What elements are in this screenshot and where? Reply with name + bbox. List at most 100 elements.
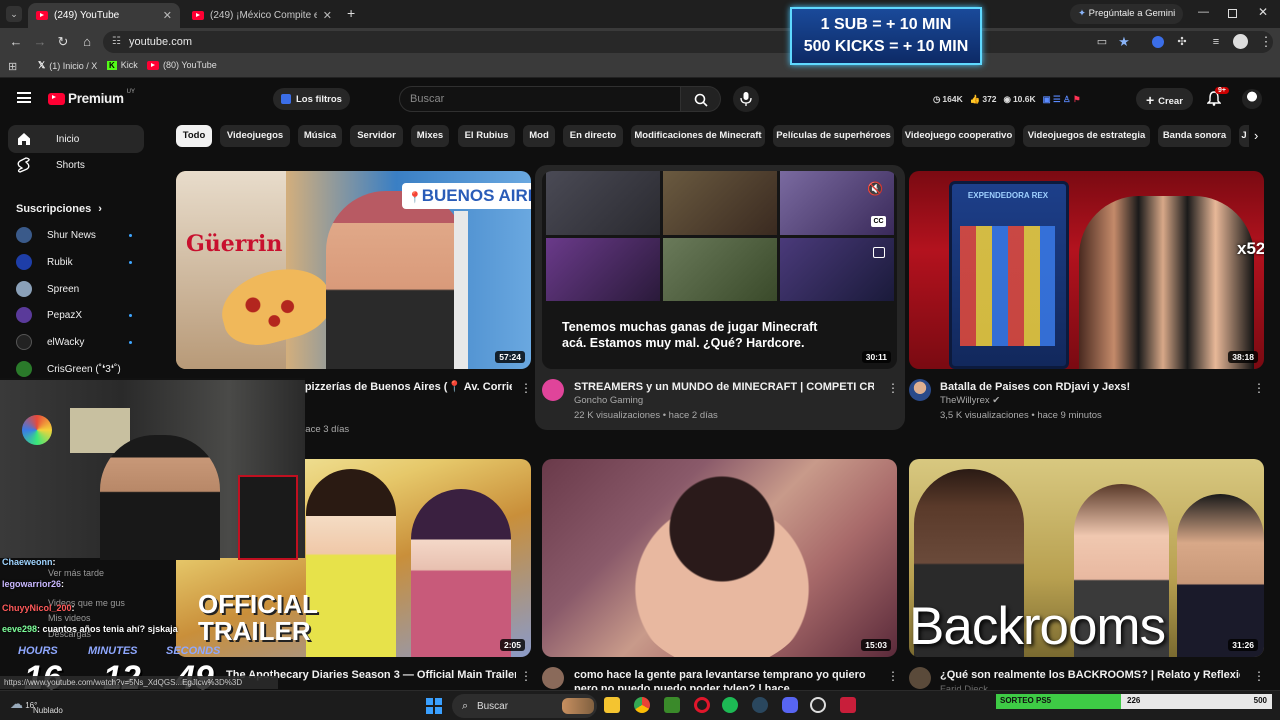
- chip-videojuego-cooperativo[interactable]: Videojuego cooperativo: [902, 125, 1015, 147]
- bookmarks-bar: ⊞ 𝕏 (1) Inicio / X K Kick (80) YouTube: [0, 56, 1280, 78]
- hamburger-menu-icon[interactable]: [17, 92, 31, 103]
- video-thumbnail-6[interactable]: Backrooms 31:26: [909, 459, 1264, 657]
- chip-musica[interactable]: Música: [298, 125, 342, 147]
- video-menu-icon[interactable]: ⋮: [887, 382, 899, 394]
- extension-icon[interactable]: [1152, 36, 1164, 48]
- maximize-window-button[interactable]: [1228, 9, 1237, 18]
- tab-youtube[interactable]: (249) YouTube ✕: [28, 3, 180, 28]
- notifications-button[interactable]: 9+: [1206, 87, 1229, 109]
- extensions-puzzle-icon[interactable]: ✣: [1174, 34, 1190, 50]
- reading-list-icon[interactable]: ≡: [1208, 34, 1224, 50]
- reload-icon[interactable]: ↻: [55, 34, 71, 50]
- spotify-icon[interactable]: [722, 697, 738, 713]
- forward-arrow-icon[interactable]: →: [32, 34, 48, 50]
- video-thumbnail-5[interactable]: 15:03: [542, 459, 897, 657]
- apps-grid-icon[interactable]: ⊞: [8, 60, 17, 73]
- chip-servidor[interactable]: Servidor: [350, 125, 403, 147]
- chip-mixes[interactable]: Mixes: [411, 125, 449, 147]
- picture-in-picture-icon[interactable]: [873, 247, 885, 258]
- chip-todo[interactable]: Todo: [176, 125, 212, 147]
- browser-menu-icon[interactable]: ⋮: [1258, 34, 1274, 50]
- video-menu-icon[interactable]: ⋮: [520, 382, 532, 394]
- voice-search-button[interactable]: [733, 86, 759, 112]
- account-avatar[interactable]: [1242, 89, 1262, 109]
- site-info-icon[interactable]: ☷: [112, 31, 121, 53]
- video-thumbnail-2[interactable]: Tenemos muchas ganas de jugar Minecraft …: [542, 171, 897, 369]
- profile-avatar[interactable]: [1233, 34, 1248, 49]
- mute-icon[interactable]: 🔇: [867, 181, 883, 197]
- close-window-button[interactable]: ✕: [1258, 5, 1268, 19]
- minimize-window-button[interactable]: —: [1198, 6, 1209, 18]
- search-input[interactable]: Buscar: [399, 86, 681, 112]
- video-thumbnail-3[interactable]: EXPENDEDORA REX x527 38:18: [909, 171, 1264, 369]
- tab-search-button[interactable]: ⌄: [6, 6, 22, 22]
- streamer-figure: [100, 435, 220, 560]
- search-button[interactable]: [681, 86, 721, 112]
- chip-banda-sonora[interactable]: Banda sonora: [1158, 125, 1231, 147]
- chip-el-rubius[interactable]: El Rubius: [458, 125, 515, 147]
- video-title-3[interactable]: Batalla de Paises con RDjavi y Jexs!: [940, 380, 1240, 394]
- chip-modificaciones-minecraft[interactable]: Modificaciones de Minecraft: [631, 125, 765, 147]
- chip-peliculas-superheroes[interactable]: Películas de superhéroes: [773, 125, 894, 147]
- minecraft-icon[interactable]: [664, 697, 680, 713]
- video-menu-icon[interactable]: ⋮: [887, 670, 899, 682]
- extension-toolbar-icons[interactable]: ▣ ☰ ♙ ⚑: [1043, 94, 1081, 105]
- close-tab-icon[interactable]: ✕: [323, 9, 332, 22]
- chat-text: :: [61, 579, 65, 589]
- bookmark-kick[interactable]: K Kick: [107, 60, 138, 70]
- video-menu-icon[interactable]: ⋮: [1253, 670, 1265, 682]
- opera-icon[interactable]: [694, 697, 710, 713]
- youtube-header: Premium UY Los filtros Buscar ◷ 164K 👍 372…: [0, 80, 1280, 120]
- sidebar-item-shorts[interactable]: Shorts: [8, 151, 144, 179]
- channel-avatar-goncho[interactable]: [542, 379, 564, 401]
- channel-avatar-5[interactable]: [542, 667, 564, 689]
- video-title-5[interactable]: como hace la gente para levantarse tempr…: [574, 668, 879, 690]
- location-pin-icon: 📍: [408, 192, 422, 204]
- video-title-2[interactable]: STREAMERS y un MUNDO de MINECRAFT | COMP…: [574, 380, 874, 394]
- ask-gemini-button[interactable]: ✦ Pregúntale a Gemini: [1070, 4, 1184, 24]
- channel-name-2[interactable]: Goncho Gaming: [574, 395, 643, 406]
- subscriptions-header[interactable]: Suscripciones ›: [16, 203, 102, 215]
- weather-widget[interactable]: ☁ 16° Nublado: [10, 696, 63, 715]
- filters-button[interactable]: Los filtros: [273, 88, 350, 110]
- bookmark-star-icon[interactable]: ★: [1116, 34, 1132, 50]
- bookmark-youtube[interactable]: (80) YouTube: [147, 60, 217, 70]
- channel-name-3[interactable]: TheWillyrex ✔: [940, 395, 1000, 406]
- discord-icon[interactable]: [782, 697, 798, 713]
- chip-mod[interactable]: Mod: [523, 125, 555, 147]
- chip-videojuegos-estrategia[interactable]: Videojuegos de estrategia: [1023, 125, 1150, 147]
- obs-icon[interactable]: [810, 697, 826, 713]
- close-tab-icon[interactable]: ✕: [163, 9, 172, 22]
- app-icon[interactable]: [840, 697, 856, 713]
- chip-videojuegos[interactable]: Videojuegos: [220, 125, 290, 147]
- file-explorer-icon[interactable]: [604, 697, 620, 713]
- chrome-icon[interactable]: [634, 697, 650, 713]
- counter-overlay: x527: [1237, 239, 1264, 258]
- windows-start-icon[interactable]: [426, 698, 442, 714]
- create-button[interactable]: + Crear: [1136, 88, 1193, 110]
- home-icon[interactable]: ⌂: [79, 34, 95, 50]
- channel-avatar-farid[interactable]: [909, 667, 931, 689]
- video-menu-icon[interactable]: ⋮: [1253, 382, 1265, 394]
- youtube-premium-logo[interactable]: Premium UY: [48, 89, 135, 106]
- video-thumbnail-1[interactable]: Güerrin 📍BUENOS AIRES 57:24: [176, 171, 531, 369]
- new-tab-button[interactable]: +: [347, 5, 355, 21]
- steam-icon[interactable]: [752, 697, 768, 713]
- bookmark-x[interactable]: 𝕏 (1) Inicio / X: [38, 60, 97, 71]
- closed-captions-icon[interactable]: CC: [871, 216, 886, 227]
- stat-views: 164K: [942, 94, 963, 104]
- chip-en-directo[interactable]: En directo: [563, 125, 623, 147]
- taskbar-search[interactable]: ⌕ Buscar: [452, 694, 597, 718]
- chips-next-arrow-icon[interactable]: ›: [1254, 128, 1258, 143]
- chip-overflow[interactable]: J: [1239, 125, 1249, 147]
- video-menu-icon[interactable]: ⋮: [520, 670, 532, 682]
- video-title-6[interactable]: ¿Qué son realmente los BACKROOMS? | Rela…: [940, 668, 1240, 682]
- cast-icon[interactable]: ▭: [1094, 34, 1110, 50]
- back-arrow-icon[interactable]: ←: [8, 34, 24, 50]
- tab-mexico[interactable]: (249) ¡México Compite en las E ✕: [184, 3, 340, 28]
- url-text: youtube.com: [129, 36, 192, 48]
- sidebar-item-home[interactable]: Inicio: [8, 125, 144, 153]
- channel-avatar-willyrex[interactable]: [909, 379, 931, 401]
- home-icon: [18, 133, 30, 145]
- streamer-cam-grid: [546, 171, 894, 301]
